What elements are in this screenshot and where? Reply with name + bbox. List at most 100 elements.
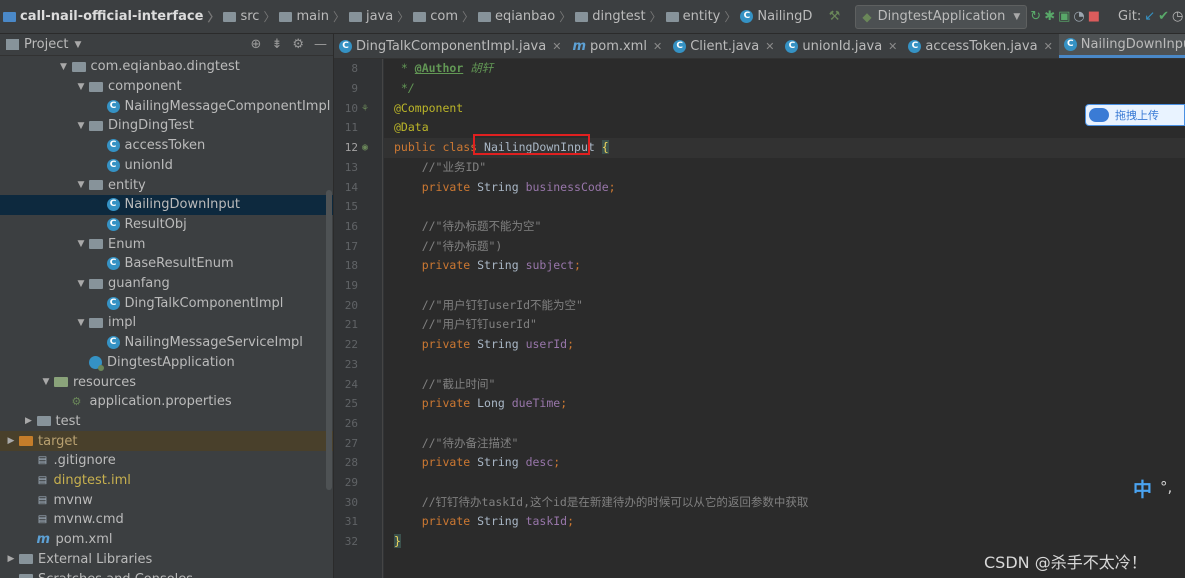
collapse-arrow-icon[interactable]: ▶ <box>23 416 35 426</box>
project-tree-item[interactable]: ▼ entity <box>0 175 333 195</box>
line-number: 20 <box>344 298 358 312</box>
hide-icon[interactable]: — <box>314 37 327 52</box>
git-update-icon[interactable]: ↙ <box>1144 6 1155 28</box>
project-tree-item[interactable]: C NailingDownInput <box>0 194 333 215</box>
run-configuration-select[interactable]: ◆ DingtestApplication ▼ <box>855 4 1028 29</box>
code-token: ; <box>574 258 581 273</box>
code-token: //"待办标题") <box>394 238 503 253</box>
editor-tab[interactable]: CaccessToken.java ✕ <box>903 34 1058 58</box>
breadcrumb-item[interactable]: dingtest 〉 <box>575 8 665 25</box>
editor-tab-label: NailingDownInput.java <box>1080 37 1185 52</box>
breadcrumb-item[interactable]: entity 〉 <box>665 8 741 25</box>
expand-arrow-icon[interactable]: ▼ <box>75 121 87 131</box>
project-tree-item[interactable]: ▼ com.eqianbao.dingtest <box>0 57 333 77</box>
expand-arrow-icon[interactable]: ▼ <box>75 180 87 190</box>
project-tree-item[interactable]: ▤ dingtest.iml <box>0 471 333 491</box>
project-tree-item[interactable]: C NailingMessageComponentImpl <box>0 96 333 116</box>
editor-tab[interactable]: CunionId.java ✕ <box>780 34 903 58</box>
breadcrumb-item[interactable]: eqianbao 〉 <box>478 8 575 25</box>
chevron-down-icon[interactable]: ▼ <box>74 40 81 50</box>
expand-arrow-icon[interactable]: ▼ <box>75 279 87 289</box>
project-tree-item[interactable]: ▤ mvnw.cmd <box>0 510 333 530</box>
editor-tab[interactable]: C Client.java ✕ <box>668 34 780 58</box>
rerun-icon[interactable]: ↻ <box>1030 6 1041 28</box>
breadcrumb-item[interactable]: C NailingD <box>740 9 812 24</box>
project-tree-item[interactable]: ▼ impl <box>0 313 333 333</box>
project-tree-item[interactable]: ▤ .gitignore <box>0 451 333 471</box>
profile-icon[interactable]: ◔ <box>1073 6 1084 28</box>
breadcrumb-item[interactable]: src 〉 <box>223 8 279 25</box>
close-icon[interactable]: ✕ <box>552 40 561 53</box>
stop-icon[interactable]: ■ <box>1088 6 1100 28</box>
project-tree-item[interactable]: ▤ mvnw <box>0 490 333 510</box>
history-icon[interactable]: ◷ <box>1172 6 1183 28</box>
sidebar-scrollbar[interactable] <box>326 190 332 490</box>
drag-upload-button[interactable]: 拖拽上传 <box>1085 104 1185 126</box>
project-tree-item[interactable]: C NailingMessageServiceImpl <box>0 333 333 353</box>
collapse-all-icon[interactable]: ⇟ <box>271 37 282 52</box>
class-icon: C <box>673 39 687 53</box>
debug-icon[interactable]: ✱ <box>1044 6 1055 28</box>
properties-file-icon: ⚙ <box>71 395 82 409</box>
project-tree-item[interactable]: ▼ Enum <box>0 234 333 254</box>
project-tree-item[interactable]: ▶ test <box>0 412 333 432</box>
code-token: private <box>421 258 478 273</box>
project-tree-item[interactable]: C BaseResultEnum <box>0 254 333 274</box>
close-icon[interactable]: ✕ <box>888 40 897 53</box>
file-icon: ▤ <box>37 494 48 506</box>
editor-tab[interactable]: C DingTalkComponentImpl.java ✕ <box>334 34 567 58</box>
breadcrumb-item[interactable]: call-nail-official-interface 〉 <box>0 8 223 25</box>
breadcrumb-label: src <box>240 9 260 24</box>
expand-arrow-icon[interactable]: ▼ <box>75 318 87 328</box>
code-line: * @Author 胡轩 <box>384 59 1185 79</box>
close-icon[interactable]: ✕ <box>765 40 774 53</box>
spring-boot-class-icon <box>89 355 104 371</box>
code-token: Long <box>477 396 512 411</box>
tree-item-label: NailingMessageServiceImpl <box>124 335 303 351</box>
project-tree-item[interactable]: ▼ DingDingTest <box>0 116 333 136</box>
project-header-label[interactable]: Project <box>24 37 68 52</box>
coverage-icon[interactable]: ▣ <box>1058 6 1070 28</box>
git-commit-icon[interactable]: ✔ <box>1158 6 1169 28</box>
expand-arrow-icon[interactable]: ▼ <box>75 82 87 92</box>
project-tree-item[interactable]: ▼ component <box>0 77 333 97</box>
line-number: 18 <box>344 259 358 273</box>
editor-tab[interactable]: m pom.xml ✕ <box>567 34 668 58</box>
project-tree-item[interactable]: ⚙ application.properties <box>0 392 333 412</box>
spring-bean-gutter-icon[interactable]: ⚘ <box>362 103 374 115</box>
expand-arrow-icon[interactable]: ▼ <box>58 62 70 72</box>
close-icon[interactable]: ✕ <box>653 40 662 53</box>
tree-item-label: com.eqianbao.dingtest <box>90 59 240 75</box>
expand-arrow-icon[interactable]: ▼ <box>40 377 52 387</box>
project-tree-item[interactable]: ▶ target <box>0 431 333 451</box>
breadcrumb-item[interactable]: com 〉 <box>413 8 478 25</box>
project-tree-item[interactable]: CunionId <box>0 156 333 176</box>
locate-icon[interactable]: ⊕ <box>251 37 262 52</box>
project-tree-item[interactable]: ▼ guanfang <box>0 274 333 294</box>
tree-item-label: application.properties <box>89 394 232 410</box>
gear-icon[interactable]: ⚙ <box>292 37 304 52</box>
project-tree-item[interactable]: ▼ resources <box>0 372 333 392</box>
project-tree-item[interactable]: ▶ External Libraries <box>0 550 333 570</box>
close-icon[interactable]: ✕ <box>1044 40 1053 53</box>
project-tree-item[interactable]: C ResultObj <box>0 215 333 235</box>
code-line: //"截止时间" <box>384 375 1185 395</box>
breadcrumb-item[interactable]: main 〉 <box>279 8 349 25</box>
ime-indicator[interactable]: 中 <box>1133 475 1152 502</box>
project-tree-item[interactable]: C DingTalkComponentImpl <box>0 293 333 313</box>
project-tree-item[interactable]: Scratches and Consoles <box>0 569 333 578</box>
editor-tab[interactable]: CNailingDownInput.java✕ <box>1058 34 1185 58</box>
hammer-icon[interactable]: ⚒ <box>823 6 845 28</box>
line-number: 15 <box>344 200 358 214</box>
project-tree-item[interactable]: DingtestApplication <box>0 353 333 373</box>
expand-arrow-icon[interactable]: ▼ <box>75 239 87 249</box>
project-tree-item[interactable]: m pom.xml <box>0 530 333 550</box>
collapse-arrow-icon[interactable]: ▶ <box>5 554 17 564</box>
class-icon: C <box>106 158 120 172</box>
project-tree-item[interactable]: CaccessToken <box>0 136 333 156</box>
collapse-arrow-icon[interactable]: ▶ <box>5 436 17 446</box>
line-number: 19 <box>344 279 358 292</box>
breadcrumb-item[interactable]: java 〉 <box>348 8 413 25</box>
spring-class-gutter-icon[interactable]: ◉ <box>362 142 374 154</box>
